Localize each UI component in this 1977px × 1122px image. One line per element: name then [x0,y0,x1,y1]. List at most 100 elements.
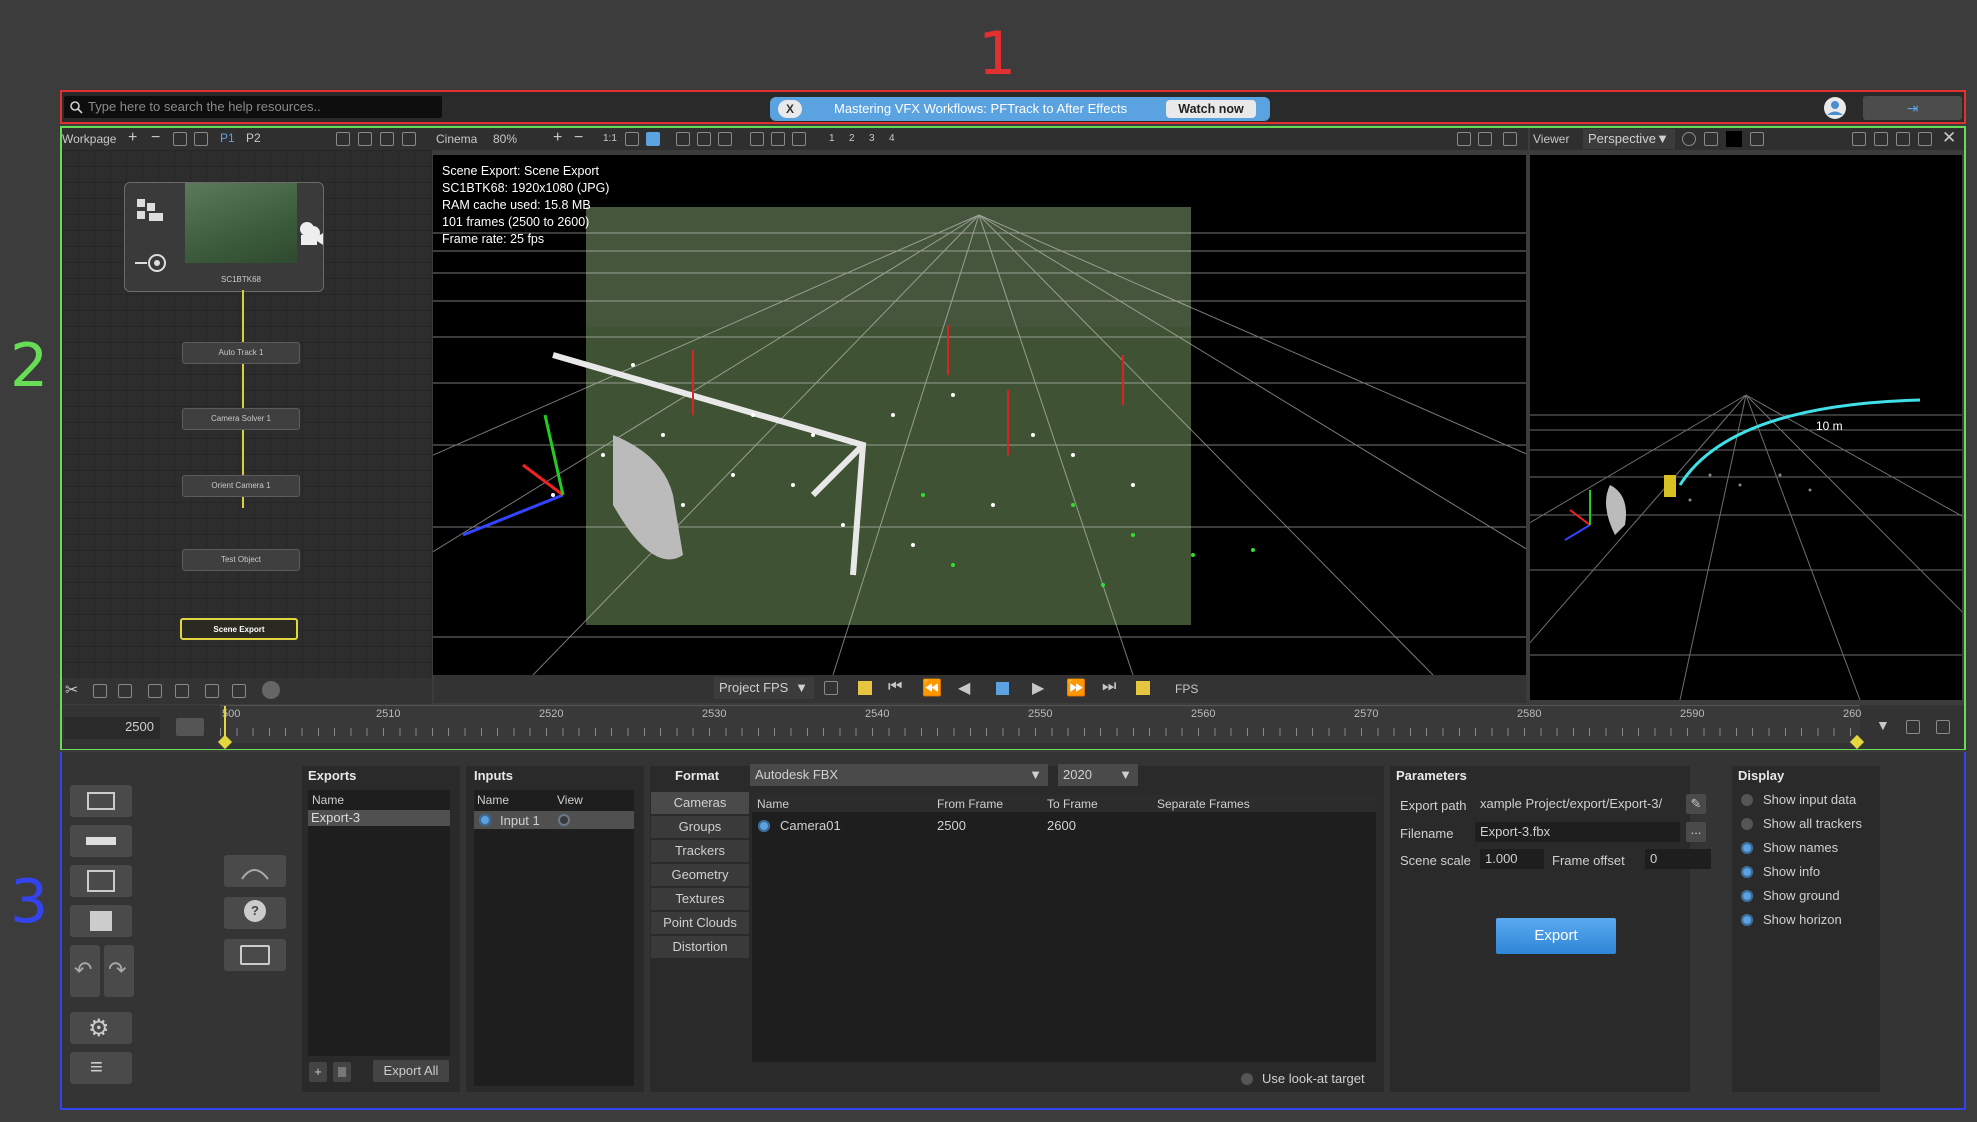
cinema-stack-icon[interactable] [1478,132,1492,146]
cinema-split-icon[interactable] [1457,132,1471,146]
layout-max-icon[interactable] [402,132,416,146]
tracks-button[interactable] [70,825,132,857]
user-avatar-icon[interactable] [1822,96,1848,120]
add-icon[interactable]: + [128,129,137,147]
timeline-range-icon[interactable] [1936,720,1950,734]
viewer-layer-icon[interactable] [1750,132,1764,146]
marker-icon[interactable] [792,132,806,146]
loop-icon[interactable] [824,681,838,695]
input-radio[interactable] [479,814,491,826]
layout-split-icon[interactable] [336,132,350,146]
show-info-radio[interactable] [1741,866,1753,878]
viewer-fit-icon[interactable] [1704,132,1718,146]
playhead[interactable] [224,706,226,742]
layout-stack-icon[interactable] [358,132,372,146]
filename-field[interactable]: Export-3.fbx [1475,822,1680,842]
export-item[interactable]: Export-3 [308,810,450,826]
timeline-fit-icon[interactable] [1906,720,1920,734]
viewer-split-icon[interactable] [1852,132,1866,146]
clip-node[interactable]: SC1BTK68 [124,182,324,292]
frame-offset-field[interactable]: 0 [1645,849,1711,869]
help-search-input[interactable]: Type here to search the help resources.. [64,96,442,118]
format-type-dropdown[interactable]: Autodesk FBX ▼ [750,764,1048,786]
redo-button[interactable]: ↷ [104,945,134,997]
play-icon[interactable]: ▶ [1032,678,1044,698]
export-button[interactable]: Export [1496,918,1616,954]
input-item[interactable] [474,811,634,829]
cameras-table[interactable] [752,794,1376,1062]
layout-float-icon[interactable] [380,132,394,146]
fps-mode-dropdown[interactable]: Project FPS ▼ [714,677,814,699]
viewer-viewport[interactable]: 10 m [1530,155,1962,700]
viewer-stack-icon[interactable] [1874,132,1888,146]
exit-button[interactable]: ⇥ [1863,96,1962,120]
delete-icon[interactable] [148,684,162,698]
browse-button[interactable]: ... [1686,822,1706,842]
cinema-page-1[interactable]: 1 [829,133,835,144]
zoom-out-icon[interactable]: − [574,129,583,147]
tab-textures[interactable]: Textures [651,888,749,910]
overlay-icon[interactable] [646,132,660,146]
show-names-radio[interactable] [1741,842,1753,854]
scene-scale-field[interactable]: 1.000 [1480,849,1544,869]
node-orient-camera[interactable]: Orient Camera 1 [182,475,300,497]
import-icon[interactable] [205,684,219,698]
keyboard-icon[interactable] [176,718,204,736]
exports-list[interactable] [308,790,450,1056]
go-start-icon[interactable]: ⏮ [888,678,902,696]
link-icon[interactable] [194,132,208,146]
play-back-icon[interactable]: ◀ [958,678,970,698]
viewer-bg-swatch[interactable] [1726,131,1742,147]
cinema-page-2[interactable]: 2 [849,133,855,144]
cut-icon[interactable]: ✂ [65,680,78,700]
edit-icon[interactable] [173,132,187,146]
node-test-object[interactable]: Test Object [182,549,300,571]
show-horizon-radio[interactable] [1741,914,1753,926]
viewer-float-icon[interactable] [1896,132,1910,146]
python-icon[interactable] [262,681,280,699]
delete-export-button[interactable] [333,1062,351,1082]
help-button[interactable]: ? [224,897,286,929]
remove-icon[interactable]: − [151,129,160,147]
inputs-list[interactable] [474,790,634,1086]
go-end-icon[interactable]: ⏭ [1102,678,1116,696]
cinema-page-4[interactable]: 4 [889,133,895,144]
camera-row-radio[interactable] [758,820,770,832]
eye-icon[interactable] [771,132,785,146]
media-button[interactable] [70,865,132,897]
tab-distortion[interactable]: Distortion [651,936,749,958]
cinema-max-icon[interactable] [1503,132,1517,146]
tab-trackers[interactable]: Trackers [651,840,749,862]
group-icon[interactable] [175,684,189,698]
page-p1-tab[interactable]: P1 [220,131,235,145]
safe-area-icon[interactable] [697,132,711,146]
curve-editor-button[interactable] [224,855,286,887]
show-all-trackers-radio[interactable] [1741,818,1753,830]
expand-icon[interactable] [750,132,764,146]
viewer-close-icon[interactable]: ✕ [1942,128,1956,148]
input-view-radio[interactable] [558,814,570,826]
set-out-icon[interactable] [1136,681,1150,695]
banner-close-button[interactable]: X [778,100,802,118]
tab-geometry[interactable]: Geometry [651,864,749,886]
fit-icon[interactable] [232,684,246,698]
step-forward-icon[interactable]: ⏩ [1066,678,1086,698]
viewer-mode-dropdown[interactable]: Perspective ▼ [1583,129,1675,149]
node-auto-track[interactable]: Auto Track 1 [182,342,300,364]
export-all-button[interactable]: Export All [373,1060,449,1082]
page-p2-tab[interactable]: P2 [246,131,261,145]
step-back-icon[interactable]: ⏪ [922,678,942,698]
format-version-dropdown[interactable]: 2020 ▼ [1058,764,1138,786]
node-scene-export[interactable]: Scene Export [180,618,298,640]
grid-toggle-icon[interactable] [676,132,690,146]
viewer-target-icon[interactable] [1682,132,1696,146]
set-in-icon[interactable] [858,681,872,695]
cinema-page-3[interactable]: 3 [869,133,875,144]
stop-icon[interactable] [996,682,1009,695]
look-at-radio[interactable] [1241,1073,1253,1085]
show-ground-radio[interactable] [1741,890,1753,902]
node-graph[interactable]: SC1BTK68 Auto Track 1 Camera Solver 1 Or… [62,150,432,680]
paste-icon[interactable] [118,684,132,698]
watch-now-button[interactable]: Watch now [1166,100,1256,118]
current-frame-field[interactable]: 2500 [64,717,160,739]
